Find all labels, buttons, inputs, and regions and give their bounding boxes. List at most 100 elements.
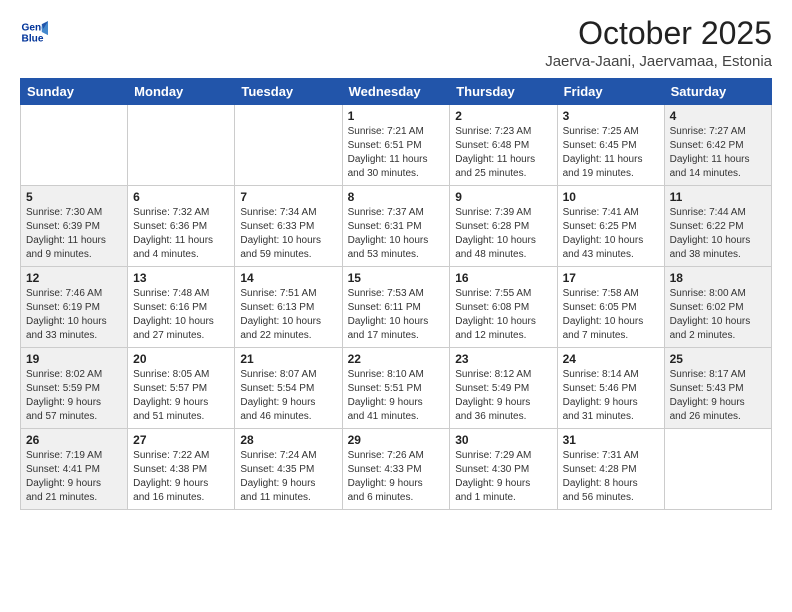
col-monday: Monday [128, 79, 235, 105]
table-row [235, 105, 342, 186]
table-row: 12 Sunrise: 7:46 AMSunset: 6:19 PMDayligh… [21, 267, 128, 348]
day-detail: Sunrise: 7:26 AMSunset: 4:33 PMDaylight:… [348, 449, 445, 505]
day-detail: Sunrise: 7:41 AMSunset: 6:25 PMDaylight:… [563, 206, 659, 262]
day-number: 24 [563, 352, 659, 366]
day-detail: Sunrise: 7:19 AMSunset: 4:41 PMDaylight:… [26, 449, 122, 505]
week-row-3: 19 Sunrise: 8:02 AMSunset: 5:59 PMDayligh… [21, 348, 772, 429]
day-number: 6 [133, 190, 229, 204]
day-number: 17 [563, 271, 659, 285]
calendar-header-row: Sunday Monday Tuesday Wednesday Thursday… [21, 79, 772, 105]
col-thursday: Thursday [450, 79, 557, 105]
page-title: October 2025 [545, 16, 772, 51]
table-row: 25 Sunrise: 8:17 AMSunset: 5:43 PMDayligh… [664, 348, 771, 429]
table-row: 26 Sunrise: 7:19 AMSunset: 4:41 PMDayligh… [21, 429, 128, 510]
day-detail: Sunrise: 7:53 AMSunset: 6:11 PMDaylight:… [348, 287, 445, 343]
header: General Blue October 2025 Jaerva-Jaani, … [20, 16, 772, 70]
day-detail: Sunrise: 8:14 AMSunset: 5:46 PMDaylight:… [563, 368, 659, 424]
table-row: 20Sunrise: 8:05 AMSunset: 5:57 PMDayligh… [128, 348, 235, 429]
week-row-0: 1 Sunrise: 7:21 AMSunset: 6:51 PMDaylight… [21, 105, 772, 186]
table-row: 4 Sunrise: 7:27 AMSunset: 6:42 PMDaylight… [664, 105, 771, 186]
page-subtitle: Jaerva-Jaani, Jaervamaa, Estonia [545, 53, 772, 70]
col-friday: Friday [557, 79, 664, 105]
col-sunday: Sunday [21, 79, 128, 105]
table-row: 9Sunrise: 7:39 AMSunset: 6:28 PMDaylight… [450, 186, 557, 267]
table-row: 31 Sunrise: 7:31 AMSunset: 4:28 PMDayligh… [557, 429, 664, 510]
day-number: 30 [455, 433, 551, 447]
table-row: 8 Sunrise: 7:37 AMSunset: 6:31 PMDaylight… [342, 186, 450, 267]
day-detail: Sunrise: 7:24 AMSunset: 4:35 PMDaylight:… [240, 449, 336, 505]
page: General Blue October 2025 Jaerva-Jaani, … [0, 0, 792, 612]
day-number: 19 [26, 352, 122, 366]
table-row: 16 Sunrise: 7:55 AMSunset: 6:08 PMDayligh… [450, 267, 557, 348]
day-detail: Sunrise: 7:31 AMSunset: 4:28 PMDaylight:… [563, 449, 659, 505]
table-row: 28 Sunrise: 7:24 AMSunset: 4:35 PMDayligh… [235, 429, 342, 510]
day-number: 26 [26, 433, 122, 447]
day-number: 3 [563, 109, 659, 123]
day-number: 18 [670, 271, 766, 285]
day-number: 22 [348, 352, 445, 366]
day-detail: Sunrise: 7:27 AMSunset: 6:42 PMDaylight:… [670, 125, 766, 181]
day-number: 21 [240, 352, 336, 366]
day-detail: Sunrise: 8:02 AMSunset: 5:59 PMDaylight:… [26, 368, 122, 424]
table-row [21, 105, 128, 186]
logo: General Blue [20, 16, 48, 46]
table-row: 21 Sunrise: 8:07 AMSunset: 5:54 PMDayligh… [235, 348, 342, 429]
col-saturday: Saturday [664, 79, 771, 105]
table-row: 14 Sunrise: 7:51 AMSunset: 6:13 PMDayligh… [235, 267, 342, 348]
day-number: 4 [670, 109, 766, 123]
table-row: 11Sunrise: 7:44 AMSunset: 6:22 PMDayligh… [664, 186, 771, 267]
table-row: 23 Sunrise: 8:12 AMSunset: 5:49 PMDayligh… [450, 348, 557, 429]
day-number: 28 [240, 433, 336, 447]
col-wednesday: Wednesday [342, 79, 450, 105]
table-row: 5Sunrise: 7:30 AMSunset: 6:39 PMDaylight… [21, 186, 128, 267]
day-detail: Sunrise: 8:12 AMSunset: 5:49 PMDaylight:… [455, 368, 551, 424]
table-row: 29 Sunrise: 7:26 AMSunset: 4:33 PMDayligh… [342, 429, 450, 510]
table-row: 6Sunrise: 7:32 AMSunset: 6:36 PMDaylight… [128, 186, 235, 267]
table-row: 2Sunrise: 7:23 AMSunset: 6:48 PMDaylight… [450, 105, 557, 186]
day-number: 1 [348, 109, 445, 123]
week-row-1: 5Sunrise: 7:30 AMSunset: 6:39 PMDaylight… [21, 186, 772, 267]
day-detail: Sunrise: 7:48 AMSunset: 6:16 PMDaylight:… [133, 287, 229, 343]
day-detail: Sunrise: 7:37 AMSunset: 6:31 PMDaylight:… [348, 206, 445, 262]
day-detail: Sunrise: 8:17 AMSunset: 5:43 PMDaylight:… [670, 368, 766, 424]
day-detail: Sunrise: 7:39 AMSunset: 6:28 PMDaylight:… [455, 206, 551, 262]
day-detail: Sunrise: 7:21 AMSunset: 6:51 PMDaylight:… [348, 125, 445, 181]
day-detail: Sunrise: 8:00 AMSunset: 6:02 PMDaylight:… [670, 287, 766, 343]
day-number: 7 [240, 190, 336, 204]
table-row: 10Sunrise: 7:41 AMSunset: 6:25 PMDayligh… [557, 186, 664, 267]
table-row [128, 105, 235, 186]
day-detail: Sunrise: 7:25 AMSunset: 6:45 PMDaylight:… [563, 125, 659, 181]
table-row [664, 429, 771, 510]
day-detail: Sunrise: 7:58 AMSunset: 6:05 PMDaylight:… [563, 287, 659, 343]
day-detail: Sunrise: 7:29 AMSunset: 4:30 PMDaylight:… [455, 449, 551, 505]
table-row: 30 Sunrise: 7:29 AMSunset: 4:30 PMDayligh… [450, 429, 557, 510]
col-tuesday: Tuesday [235, 79, 342, 105]
calendar-table: Sunday Monday Tuesday Wednesday Thursday… [20, 78, 772, 510]
week-row-2: 12 Sunrise: 7:46 AMSunset: 6:19 PMDayligh… [21, 267, 772, 348]
day-detail: Sunrise: 7:51 AMSunset: 6:13 PMDaylight:… [240, 287, 336, 343]
day-detail: Sunrise: 8:07 AMSunset: 5:54 PMDaylight:… [240, 368, 336, 424]
day-number: 8 [348, 190, 445, 204]
day-number: 31 [563, 433, 659, 447]
day-number: 15 [348, 271, 445, 285]
table-row: 15 Sunrise: 7:53 AMSunset: 6:11 PMDayligh… [342, 267, 450, 348]
table-row: 22 Sunrise: 8:10 AMSunset: 5:51 PMDayligh… [342, 348, 450, 429]
day-number: 29 [348, 433, 445, 447]
day-number: 11 [670, 190, 766, 204]
day-detail: Sunrise: 7:55 AMSunset: 6:08 PMDaylight:… [455, 287, 551, 343]
day-detail: Sunrise: 7:46 AMSunset: 6:19 PMDaylight:… [26, 287, 122, 343]
day-number: 23 [455, 352, 551, 366]
day-number: 25 [670, 352, 766, 366]
table-row: 27 Sunrise: 7:22 AMSunset: 4:38 PMDayligh… [128, 429, 235, 510]
day-detail: Sunrise: 7:23 AMSunset: 6:48 PMDaylight:… [455, 125, 551, 181]
day-number: 12 [26, 271, 122, 285]
day-detail: Sunrise: 8:10 AMSunset: 5:51 PMDaylight:… [348, 368, 445, 424]
day-detail: Sunrise: 8:05 AMSunset: 5:57 PMDaylight:… [133, 368, 229, 424]
svg-text:Blue: Blue [22, 33, 44, 44]
day-number: 16 [455, 271, 551, 285]
day-detail: Sunrise: 7:22 AMSunset: 4:38 PMDaylight:… [133, 449, 229, 505]
day-number: 27 [133, 433, 229, 447]
table-row: 13Sunrise: 7:48 AMSunset: 6:16 PMDayligh… [128, 267, 235, 348]
day-detail: Sunrise: 7:30 AMSunset: 6:39 PMDaylight:… [26, 206, 122, 262]
day-number: 14 [240, 271, 336, 285]
